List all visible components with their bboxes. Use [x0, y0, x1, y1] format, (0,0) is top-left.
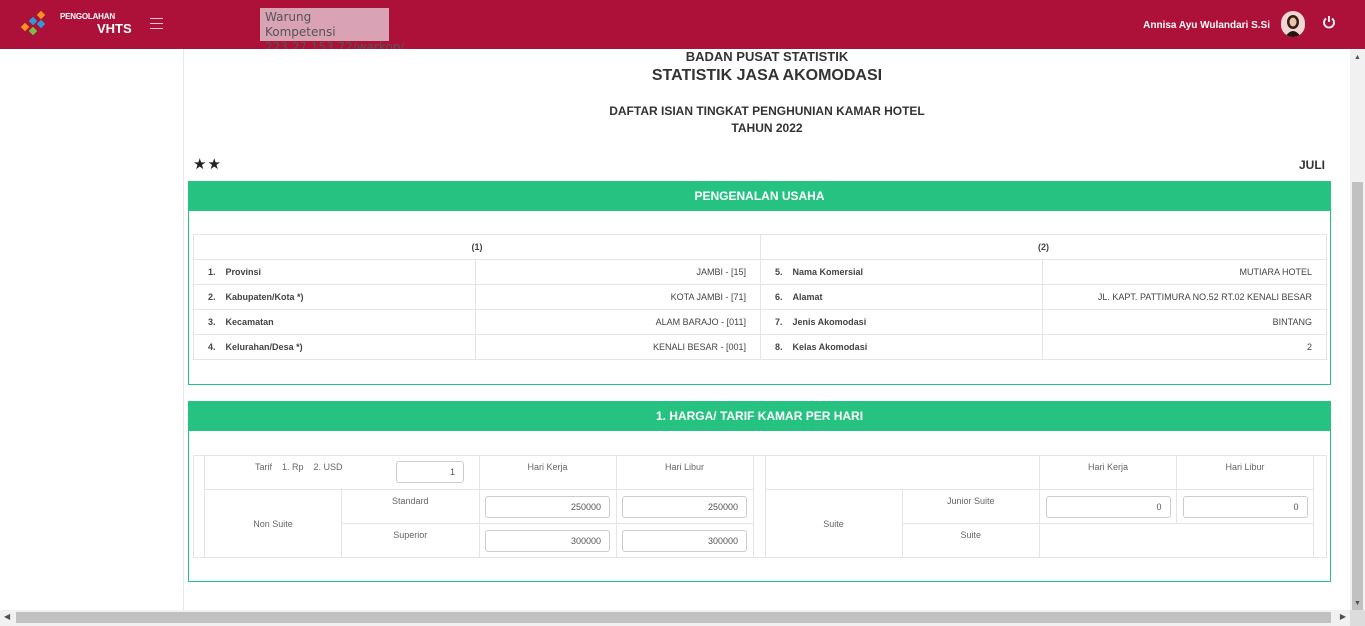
field-value: 2: [1042, 334, 1327, 360]
suite-label: Suite: [764, 489, 903, 558]
period-month: JULI: [1298, 158, 1325, 172]
table-row: 3. Kecamatan ALAM BARAJO - [011] 7. Jeni…: [192, 309, 1327, 335]
junior-weekday-cell: 0: [1039, 489, 1177, 524]
scroll-right-icon[interactable]: ▶: [1340, 612, 1346, 621]
row-number: 5.: [760, 259, 791, 285]
bps-logo-icon: [20, 10, 46, 36]
scroll-left-icon[interactable]: ◀: [4, 612, 10, 621]
standard-weekend-input[interactable]: 250000: [622, 495, 747, 518]
field-value: ALAM BARAJO - [011]: [475, 309, 761, 335]
tarif-label: Tarif 1. Rp 2. USD: [255, 462, 343, 472]
survey-title: STATISTIK JASA AKOMODASI: [651, 67, 883, 84]
standard-weekday-cell: 250000: [478, 489, 617, 524]
panel-title: 1. HARGA/ TARIF KAMAR PER HARI: [189, 402, 1330, 431]
tarif-cell: Tarif 1. Rp 2. USD 1: [204, 455, 480, 490]
app-brand: PENGOLAHAN VHTS: [60, 12, 132, 36]
form-year: TAHUN 2022: [731, 121, 803, 135]
column-header: Hari Kerja: [1039, 455, 1177, 490]
junior-suite-weekday-input[interactable]: 0: [1045, 495, 1171, 518]
scroll-down-icon[interactable]: ▼: [1354, 600, 1361, 607]
junior-suite-weekend-input[interactable]: 0: [1182, 495, 1308, 518]
field-label: Kelas Akomodasi: [790, 334, 1043, 360]
identification-table: (1) (2) 1. Provinsi JAMBI - [15] 5. Nama…: [192, 234, 1327, 360]
row-number: 3.: [192, 309, 224, 335]
scroll-up-icon[interactable]: ▲: [1354, 54, 1361, 61]
horizontal-scroll-thumb[interactable]: [16, 612, 1331, 623]
superior-weekday-input[interactable]: 300000: [485, 529, 610, 552]
column-header: (2): [760, 234, 1327, 260]
user-name[interactable]: Annisa Ayu Wulandari S.Si: [1143, 20, 1270, 31]
non-suite-label: Non Suite: [204, 489, 342, 558]
superior-weekend-input[interactable]: 300000: [622, 529, 747, 552]
horizontal-scrollbar[interactable]: ◀ ▶: [0, 610, 1350, 626]
spacer-cell: [193, 455, 205, 558]
field-value: KENALI BESAR - [001]: [475, 334, 761, 360]
row-number: 2.: [192, 284, 224, 310]
superior-label: Superior: [341, 523, 480, 558]
column-header: Hari Libur: [1176, 455, 1314, 490]
field-value: JAMBI - [15]: [475, 259, 761, 285]
junior-weekend-cell: 0: [1176, 489, 1314, 524]
avatar-icon: [1285, 15, 1301, 37]
url-tooltip: Warung Kompetensi 223.27.153.72/warkop/: [260, 8, 404, 54]
star-rating: ★★: [193, 156, 222, 173]
sidebar: [0, 49, 184, 610]
field-label: Jenis Akomodasi: [790, 309, 1043, 335]
standard-weekday-input[interactable]: 250000: [485, 495, 610, 518]
scrollbar-corner: [1350, 610, 1365, 626]
user-avatar[interactable]: [1281, 11, 1305, 37]
superior-weekend-cell: 300000: [615, 523, 754, 558]
field-label: Provinsi: [223, 259, 477, 285]
row-number: 7.: [760, 309, 791, 335]
vertical-scrollbar[interactable]: ▲ ▼: [1350, 49, 1365, 610]
form-title: DAFTAR ISIAN TINGKAT PENGHUNIAN KAMAR HO…: [609, 104, 925, 118]
vertical-scroll-thumb[interactable]: [1352, 182, 1363, 610]
spacer-cell: [752, 455, 766, 558]
rate-table: Tarif 1. Rp 2. USD 1 Hari Kerja Hari Lib…: [193, 455, 1327, 558]
field-label: Kelurahan/Desa *): [223, 334, 477, 360]
field-label: Nama Komersial: [790, 259, 1043, 285]
column-header: (1): [193, 234, 761, 260]
column-header: Hari Libur: [615, 455, 754, 490]
standard-weekend-cell: 250000: [615, 489, 754, 524]
main-content: BADAN PUSAT STATISTIK STATISTIK JASA AKO…: [184, 49, 1350, 610]
suite-row-label: Suite: [901, 523, 1040, 558]
row-number: 4.: [192, 334, 224, 360]
panel-harga-tarif: 1. HARGA/ TARIF KAMAR PER HARI Tarif 1. …: [188, 401, 1331, 582]
brand-line1: PENGOLAHAN: [60, 12, 115, 21]
empty-header-cell: [764, 455, 1040, 490]
spacer-cell: [1313, 455, 1327, 558]
table-row: 4. Kelurahan/Desa *) KENALI BESAR - [001…: [192, 334, 1327, 360]
tooltip-title: Warung Kompetensi: [265, 10, 336, 39]
row-number: 8.: [760, 334, 791, 360]
column-header: Hari Kerja: [478, 455, 617, 490]
field-value: BINTANG: [1042, 309, 1327, 335]
field-value: JL. KAPT. PATTIMURA NO.52 RT.02 KENALI B…: [1042, 284, 1327, 310]
table-row: 1. Provinsi JAMBI - [15] 5. Nama Komersi…: [192, 259, 1327, 285]
field-value: MUTIARA HOTEL: [1042, 259, 1327, 285]
junior-suite-label: Junior Suite: [901, 489, 1040, 524]
row-number: 1.: [192, 259, 224, 285]
panel-title: PENGENALAN USAHA: [189, 182, 1330, 211]
brand-line2: VHTS: [97, 21, 132, 36]
org-title: BADAN PUSAT STATISTIK: [685, 49, 849, 64]
field-label: Kecamatan: [223, 309, 477, 335]
panel-pengenalan-usaha: PENGENALAN USAHA (1) (2) 1. Provinsi JAM…: [188, 181, 1331, 385]
empty-cell: [1039, 523, 1314, 558]
logout-power-icon[interactable]: [1320, 15, 1338, 33]
top-navbar: PENGOLAHAN VHTS Warung Kompetensi 223.27…: [0, 0, 1365, 54]
field-label: Alamat: [790, 284, 1043, 310]
hamburger-menu-icon[interactable]: [150, 18, 163, 29]
currency-input[interactable]: 1: [396, 461, 464, 483]
standard-label: Standard: [341, 489, 480, 524]
superior-weekday-cell: 300000: [478, 523, 617, 558]
field-label: Kabupaten/Kota *): [223, 284, 477, 310]
row-number: 6.: [760, 284, 791, 310]
field-value: KOTA JAMBI - [71]: [475, 284, 761, 310]
table-row: 2. Kabupaten/Kota *) KOTA JAMBI - [71] 6…: [192, 284, 1327, 310]
